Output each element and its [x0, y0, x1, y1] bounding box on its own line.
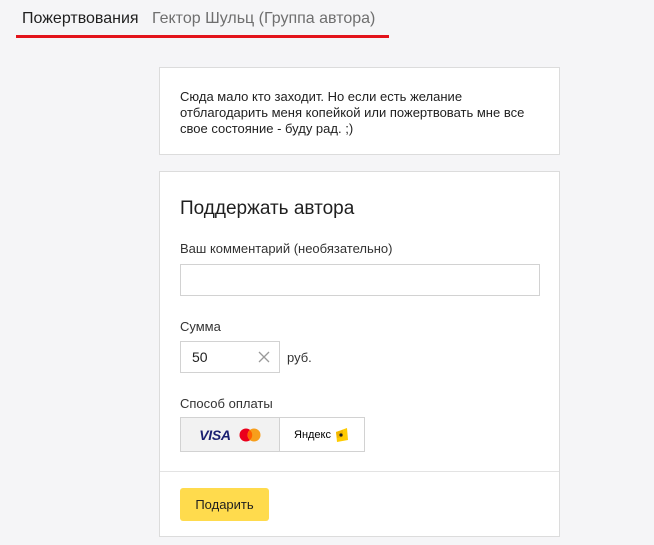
yandex-money-logo: Яндекс — [294, 428, 331, 441]
payment-option-yandex[interactable]: Яндекс — [280, 418, 364, 451]
tab-active-underline — [16, 35, 389, 38]
tab-author-group[interactable]: Гектор Шульц (Группа автора) — [152, 10, 375, 28]
comment-input[interactable] — [180, 264, 540, 296]
payment-method-label: Способ оплаты — [180, 396, 273, 411]
sum-input[interactable] — [181, 342, 257, 372]
form-divider — [160, 471, 559, 472]
tab-bar: Пожертвования Гектор Шульц (Группа автор… — [0, 0, 654, 44]
donate-button[interactable]: Подарить — [180, 488, 269, 521]
visa-logo: VISA — [199, 426, 231, 443]
payment-option-card[interactable]: VISA — [181, 418, 280, 451]
form-title: Поддержать автора — [180, 198, 355, 219]
comment-label: Ваш комментарий (необязательно) — [180, 241, 393, 256]
mastercard-icon — [239, 428, 261, 441]
tab-donations[interactable]: Пожертвования — [22, 10, 139, 28]
clear-icon[interactable] — [257, 350, 271, 364]
donation-form-card: Поддержать автора Ваш комментарий (необя… — [159, 171, 560, 537]
payment-method-selector: VISA Яндекс — [180, 417, 365, 452]
info-card: Сюда мало кто заходит. Но если есть жела… — [159, 67, 560, 155]
yandex-wallet-icon — [336, 427, 348, 442]
info-text: Сюда мало кто заходит. Но если есть жела… — [180, 89, 525, 136]
currency-label: руб. — [287, 350, 312, 365]
sum-field — [180, 341, 280, 373]
sum-label: Сумма — [180, 319, 221, 334]
